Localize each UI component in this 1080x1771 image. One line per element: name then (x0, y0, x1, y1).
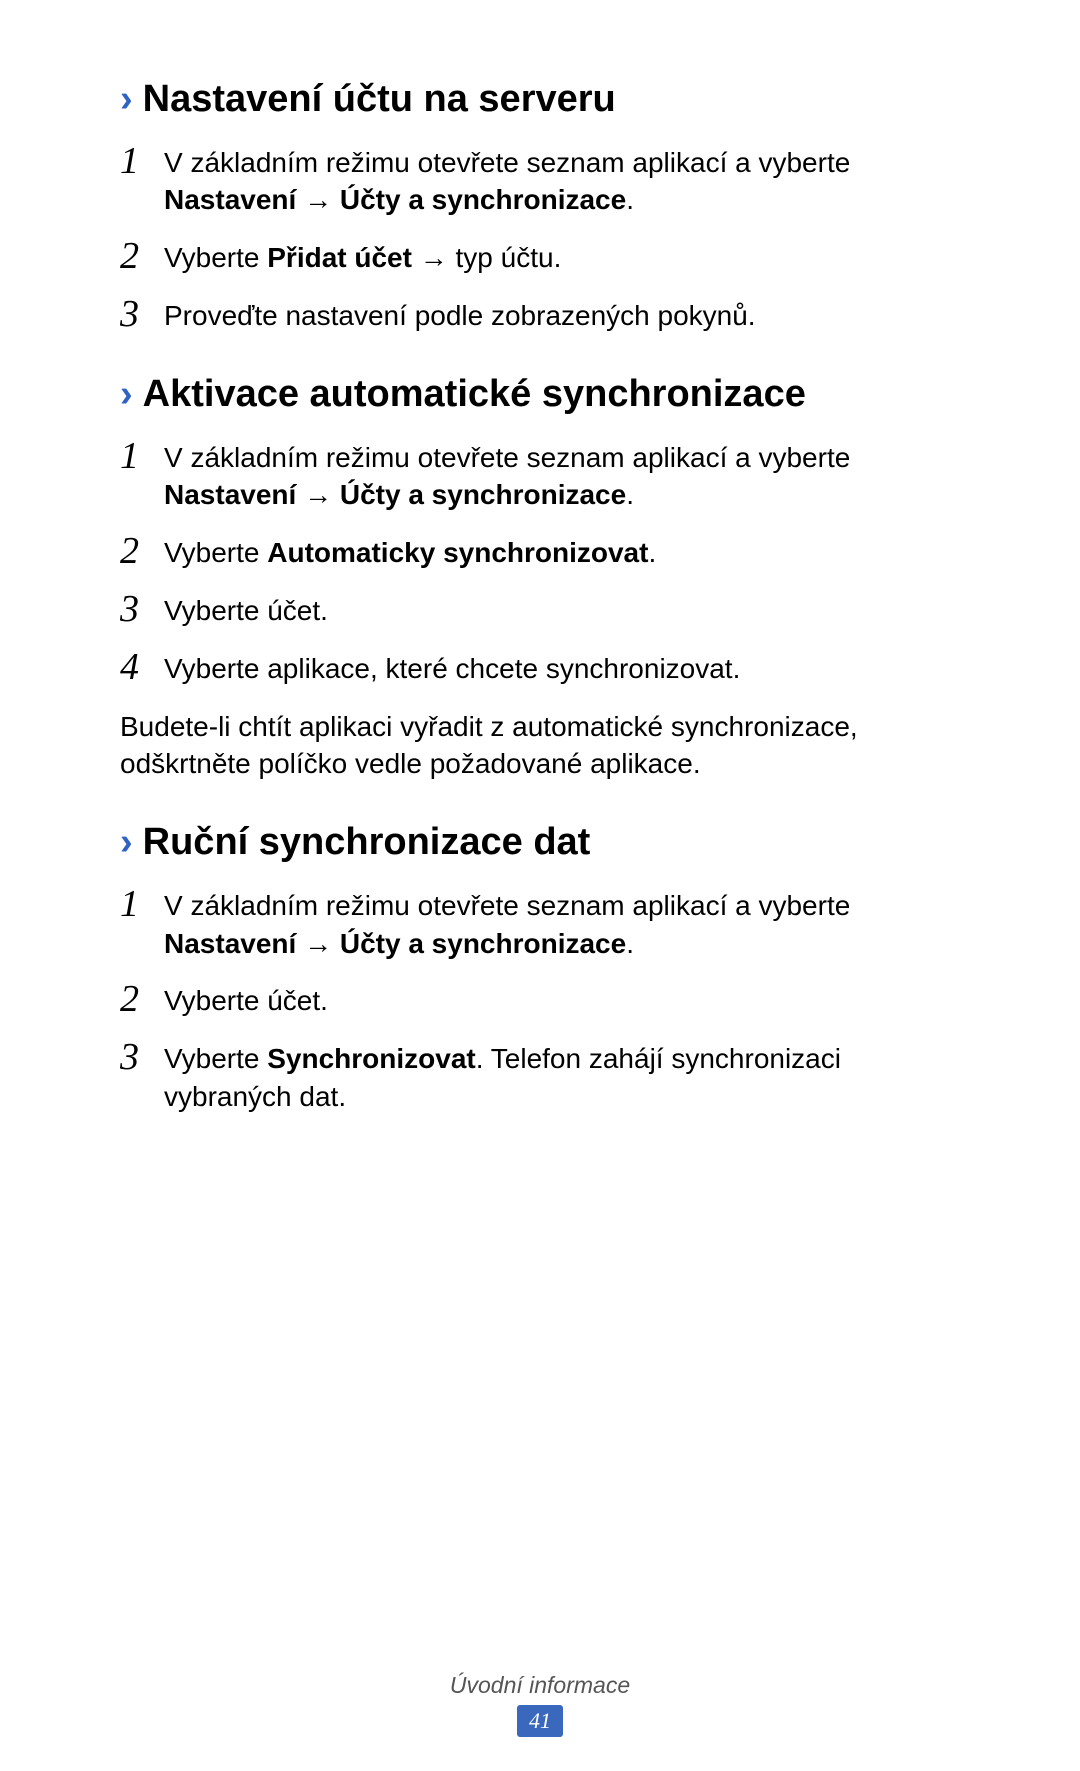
step-item: 4 Vyberte aplikace, které chcete synchro… (120, 646, 970, 688)
chevron-right-icon: › (120, 375, 133, 413)
step-number: 2 (120, 235, 164, 275)
step-text: Vyberte účet. (164, 978, 970, 1020)
manual-page: › Nastavení účtu na serveru 1 V základní… (0, 0, 1080, 1771)
step-number: 3 (120, 293, 164, 333)
heading-text: Aktivace automatické synchronizace (143, 373, 806, 417)
step-item: 1 V základním režimu otevřete seznam apl… (120, 883, 970, 963)
step-number: 1 (120, 883, 164, 923)
section-heading-auto-sync: › Aktivace automatické synchronizace (120, 373, 970, 417)
step-item: 1 V základním režimu otevřete seznam apl… (120, 140, 970, 220)
step-item: 3 Vyberte účet. (120, 588, 970, 630)
section-heading-account-setup: › Nastavení účtu na serveru (120, 78, 970, 122)
steps-list: 1 V základním režimu otevřete seznam apl… (120, 435, 970, 688)
step-text: V základním režimu otevřete seznam aplik… (164, 883, 970, 963)
step-text: Vyberte Automaticky synchronizovat. (164, 530, 970, 572)
step-number: 1 (120, 435, 164, 475)
step-number: 3 (120, 1036, 164, 1076)
section-heading-manual-sync: › Ruční synchronizace dat (120, 821, 970, 865)
note-paragraph: Budete-li chtít aplikaci vyřadit z autom… (120, 708, 970, 784)
step-text: V základním režimu otevřete seznam aplik… (164, 435, 970, 515)
step-text: Vyberte aplikace, které chcete synchroni… (164, 646, 970, 688)
step-number: 1 (120, 140, 164, 180)
step-item: 1 V základním režimu otevřete seznam apl… (120, 435, 970, 515)
heading-text: Nastavení účtu na serveru (143, 78, 616, 122)
footer-breadcrumb: Úvodní informace (0, 1672, 1080, 1699)
page-footer: Úvodní informace 41 (0, 1672, 1080, 1737)
step-number: 4 (120, 646, 164, 686)
step-item: 2 Vyberte Automaticky synchronizovat. (120, 530, 970, 572)
step-number: 3 (120, 588, 164, 628)
step-item: 2 Vyberte účet. (120, 978, 970, 1020)
heading-text: Ruční synchronizace dat (143, 821, 591, 865)
step-text: V základním režimu otevřete seznam aplik… (164, 140, 970, 220)
chevron-right-icon: › (120, 80, 133, 118)
step-number: 2 (120, 530, 164, 570)
step-text: Vyberte Synchronizovat. Telefon zahájí s… (164, 1036, 970, 1116)
chevron-right-icon: › (120, 823, 133, 861)
step-item: 3 Vyberte Synchronizovat. Telefon zahájí… (120, 1036, 970, 1116)
step-text: Proveďte nastavení podle zobrazených pok… (164, 293, 970, 335)
steps-list: 1 V základním režimu otevřete seznam apl… (120, 140, 970, 335)
step-number: 2 (120, 978, 164, 1018)
step-item: 2 Vyberte Přidat účet → typ účtu. (120, 235, 970, 277)
step-text: Vyberte účet. (164, 588, 970, 630)
step-text: Vyberte Přidat účet → typ účtu. (164, 235, 970, 277)
page-number-badge: 41 (517, 1705, 563, 1737)
steps-list: 1 V základním režimu otevřete seznam apl… (120, 883, 970, 1116)
step-item: 3 Proveďte nastavení podle zobrazených p… (120, 293, 970, 335)
